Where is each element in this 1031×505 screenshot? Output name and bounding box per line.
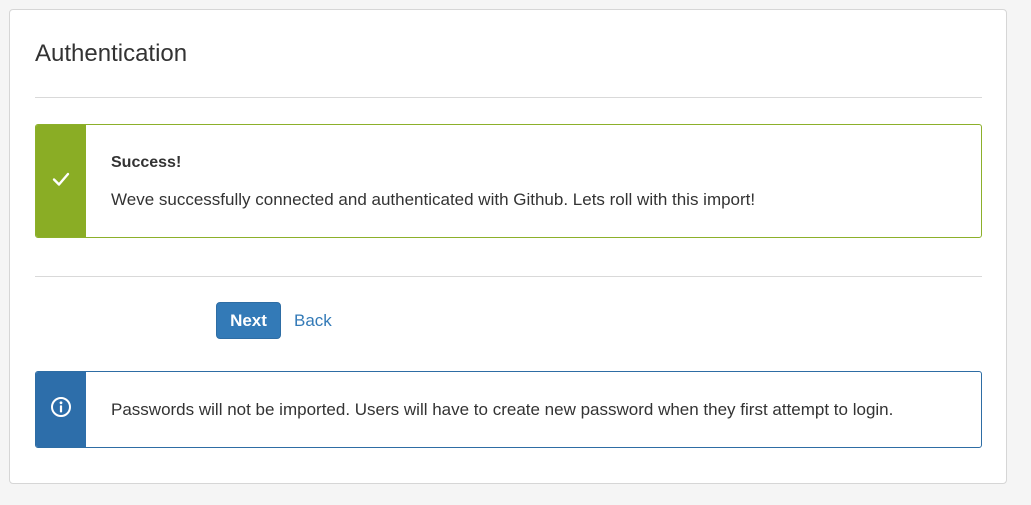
next-button[interactable]: Next xyxy=(216,302,281,339)
success-alert: Success! Weve successfully connected and… xyxy=(35,124,982,238)
success-alert-stripe xyxy=(36,125,86,237)
authentication-panel: Authentication Success! Weve successfull… xyxy=(9,9,1007,484)
info-alert-stripe xyxy=(36,372,86,447)
header-divider xyxy=(35,97,982,98)
info-alert: Passwords will not be imported. Users wi… xyxy=(35,371,982,448)
info-alert-body: Passwords will not be imported. Users wi… xyxy=(86,372,893,447)
actions-divider xyxy=(35,276,982,277)
info-icon xyxy=(50,396,72,423)
check-icon xyxy=(51,169,71,194)
back-link[interactable]: Back xyxy=(294,310,332,332)
success-alert-body: Success! Weve successfully connected and… xyxy=(86,125,755,237)
success-alert-heading: Success! xyxy=(111,153,182,171)
success-alert-message: Weve successfully connected and authenti… xyxy=(111,189,756,209)
page-title: Authentication xyxy=(35,40,188,67)
info-alert-message: Passwords will not be imported. Users wi… xyxy=(111,399,894,419)
